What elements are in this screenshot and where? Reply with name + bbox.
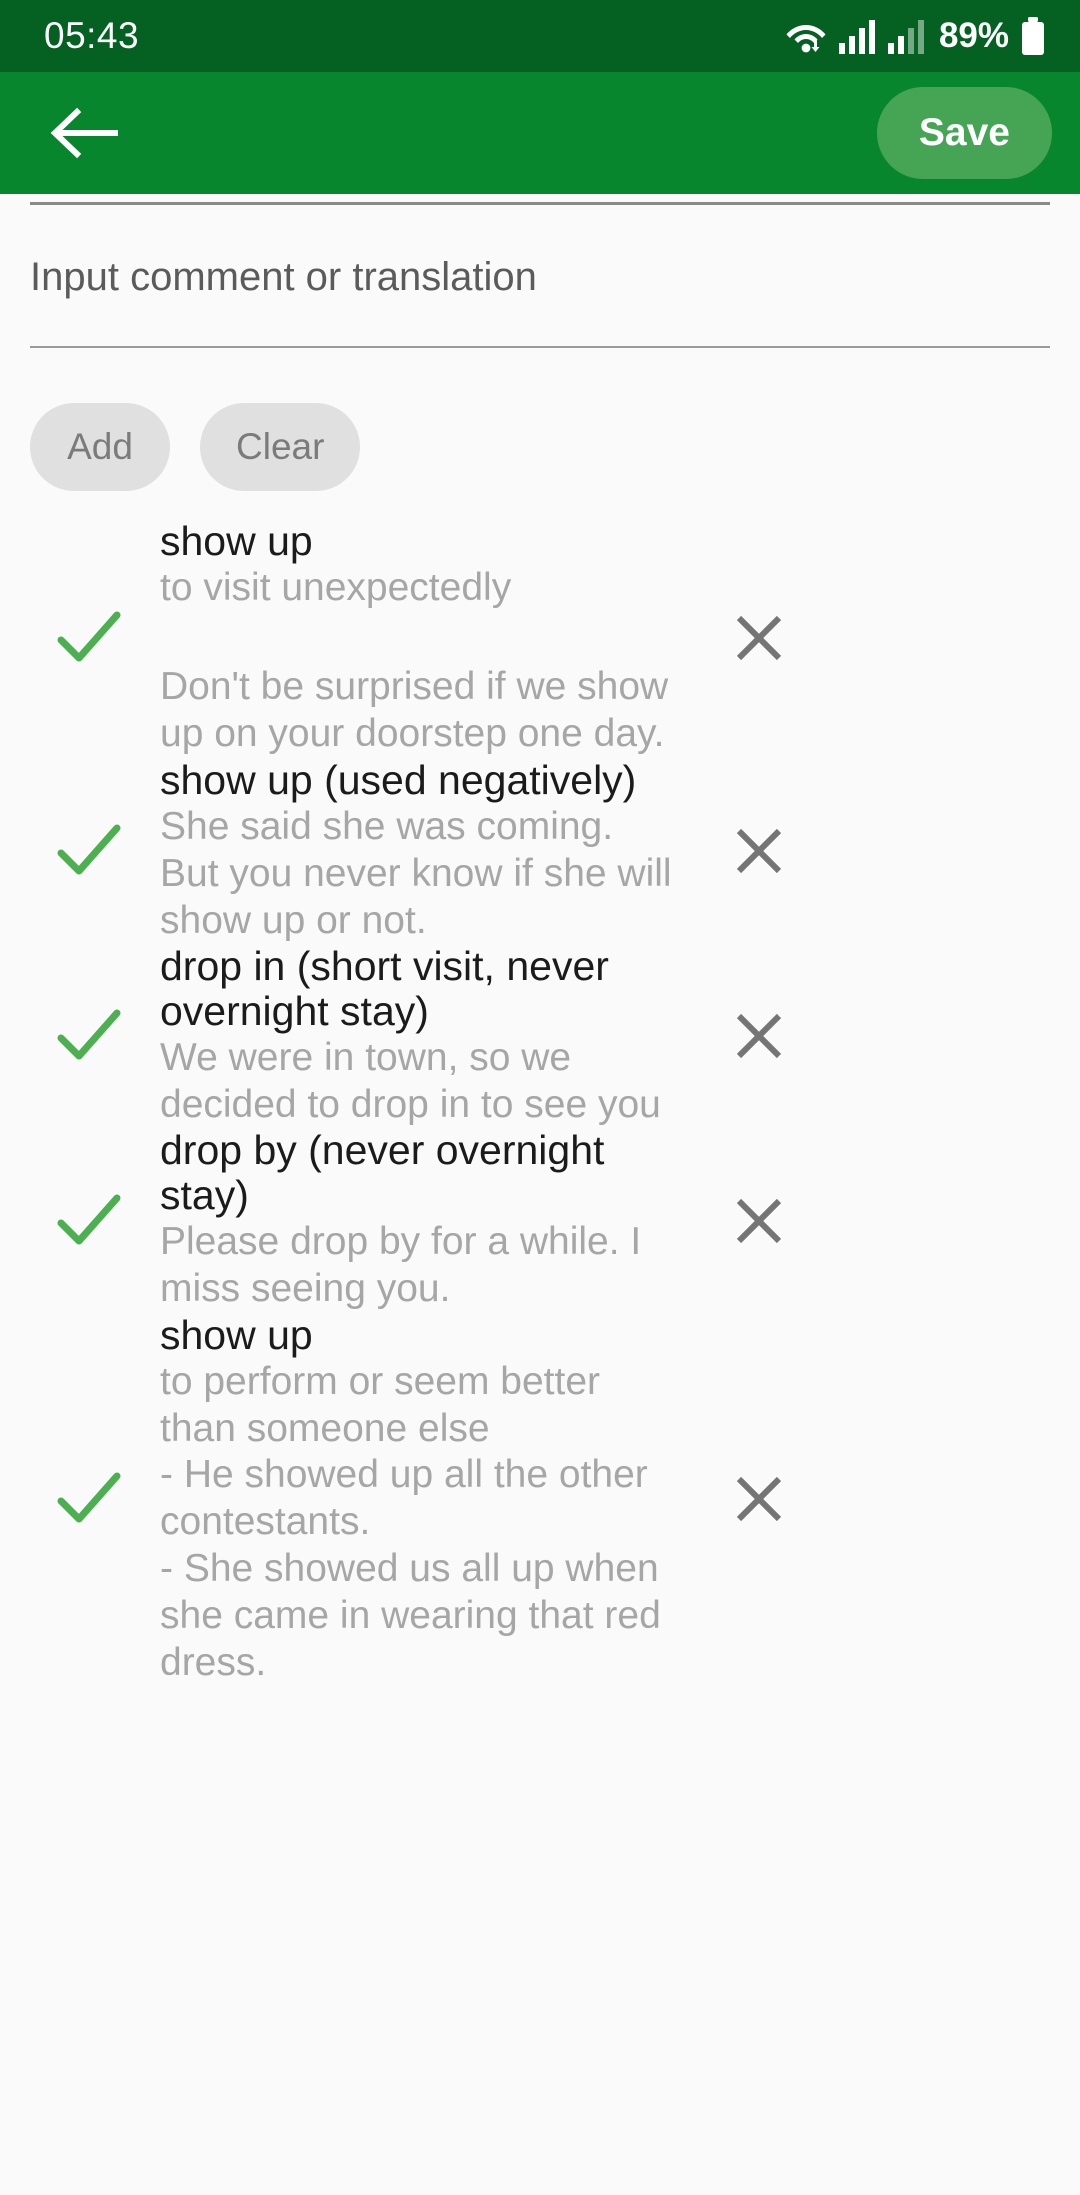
close-icon — [736, 828, 782, 874]
entry-definition: Please drop by for a while. I miss seein… — [160, 1219, 642, 1310]
wifi-icon — [786, 25, 826, 53]
check-icon — [57, 824, 121, 875]
entry-title: show up — [160, 1311, 313, 1358]
list-item[interactable]: show up to perform or seem better than so… — [0, 1311, 1080, 1687]
battery-icon — [1022, 17, 1044, 55]
entry-delete-button[interactable] — [700, 1193, 818, 1249]
check-icon — [57, 1472, 121, 1523]
entry-example: - He showed up all the other contestants… — [160, 1453, 661, 1684]
entry-definition: She said she was coming. But you never k… — [160, 804, 672, 942]
entry-definition: We were in town, so we decided to drop i… — [160, 1035, 661, 1126]
action-button-row: Add Clear — [0, 348, 1080, 491]
entry-text: drop by (never overnight stay) Please dro… — [160, 1128, 700, 1312]
add-button[interactable]: Add — [30, 403, 170, 491]
check-icon — [57, 1009, 121, 1060]
save-button[interactable]: Save — [876, 87, 1052, 179]
entry-text: drop in (short visit, never overnight st… — [160, 944, 700, 1128]
close-icon — [736, 1014, 782, 1059]
entry-title: show up (used negatively) — [160, 756, 637, 803]
list-item[interactable]: drop in (short visit, never overnight st… — [0, 944, 1080, 1128]
comment-input-wrapper — [0, 205, 1080, 346]
check-icon — [57, 1194, 121, 1244]
entry-example: Don't be surprised if we show up on your… — [160, 665, 669, 755]
clear-button[interactable]: Clear — [200, 403, 361, 491]
back-button[interactable] — [40, 89, 128, 177]
app-bar: Save — [0, 72, 1080, 194]
content-area: Add Clear show upto visit unexpectedlyDo… — [0, 202, 1080, 1687]
close-icon — [736, 1198, 782, 1243]
status-bar: 05:43 89% — [0, 0, 1080, 72]
entry-delete-button[interactable] — [700, 610, 818, 666]
status-clock: 05:43 — [44, 15, 140, 56]
entry-check-toggle[interactable] — [42, 822, 160, 880]
check-icon — [57, 611, 121, 662]
entry-title: show up — [160, 518, 313, 564]
entry-delete-button[interactable] — [700, 1008, 818, 1064]
entry-definition: to perform or seem better than someone e… — [160, 1359, 601, 1450]
entry-delete-button[interactable] — [700, 1471, 818, 1527]
entry-text: show up (used negatively) She said she wa… — [160, 756, 700, 945]
entry-check-toggle[interactable] — [42, 1470, 160, 1528]
entry-list: show up to visit unexpectedly Don't be sur… — [0, 491, 1080, 1686]
entry-title: drop by (never overnight stay) — [160, 1127, 605, 1218]
signal-bars-secondary-icon — [887, 20, 924, 54]
list-item[interactable]: show up to visit unexpectedly Don't be sur… — [0, 519, 1080, 758]
entry-check-toggle[interactable] — [42, 1192, 160, 1250]
list-item[interactable]: show up (used negatively) She said she wa… — [0, 756, 1080, 945]
entry-text: show up to perform or seem better than so… — [160, 1311, 700, 1687]
entry-check-toggle[interactable] — [42, 609, 160, 667]
status-indicators: 89% — [784, 16, 1046, 56]
signal-bars-icon — [838, 20, 875, 54]
entry-check-toggle[interactable] — [42, 1007, 160, 1065]
entry-text: show up to visit unexpectedly Don't be sur… — [160, 519, 700, 758]
list-item[interactable]: drop by (never overnight stay) Please dro… — [0, 1128, 1080, 1312]
entry-title: drop in (short visit, never overnight st… — [160, 943, 609, 1034]
arrow-left-icon — [50, 107, 118, 159]
entry-definition: to visit unexpectedly — [160, 566, 512, 610]
close-icon — [736, 616, 782, 661]
comment-input[interactable] — [30, 205, 1050, 346]
battery-percent-label: 89% — [938, 16, 1009, 55]
close-icon — [736, 1477, 782, 1522]
entry-delete-button[interactable] — [700, 823, 818, 879]
